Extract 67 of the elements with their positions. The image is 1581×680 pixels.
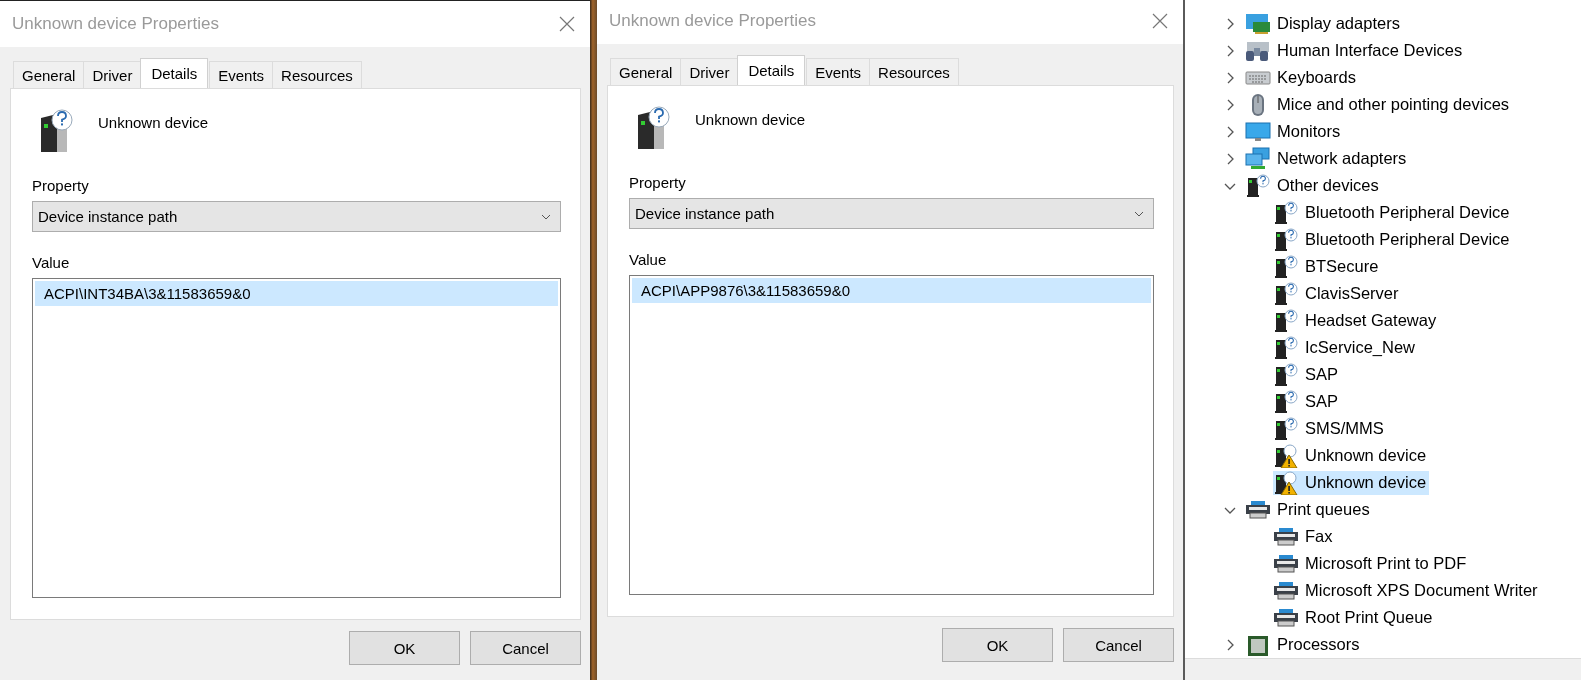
unknown-device-icon	[1273, 335, 1299, 360]
dialog-button[interactable]: OK	[942, 628, 1053, 662]
close-icon[interactable]	[1151, 12, 1169, 30]
close-icon[interactable]	[558, 15, 576, 33]
value-row[interactable]: ACPI\INT34BA\3&11583659&0	[35, 281, 558, 306]
value-row[interactable]: ACPI\APP9876\3&11583659&0	[632, 278, 1151, 303]
tree-item[interactable]: Unknown device	[1273, 470, 1430, 495]
property-dropdown[interactable]: Device instance path	[629, 198, 1154, 229]
tree-item[interactable]: Unknown device	[1273, 443, 1430, 468]
network-icon	[1245, 146, 1271, 171]
dialog-button[interactable]: Cancel	[470, 631, 581, 665]
tree-item[interactable]: Keyboards	[1245, 65, 1359, 90]
unknown-device-icon	[1273, 362, 1299, 387]
tab[interactable]: Details	[737, 55, 806, 85]
tree-item[interactable]: Monitors	[1245, 119, 1344, 144]
unknown-device-icon	[1273, 308, 1299, 333]
tree-item[interactable]: Display adapters	[1245, 11, 1403, 36]
caret-icon	[541, 213, 551, 220]
tree-item[interactable]: SMS/MMS	[1273, 416, 1387, 441]
tab[interactable]: Events	[806, 58, 871, 85]
value-label: Value	[629, 251, 667, 268]
tab[interactable]: Resources	[272, 61, 362, 88]
unknown-device-icon	[1273, 254, 1299, 279]
tab[interactable]: General	[610, 58, 682, 85]
tree-item[interactable]: Headset Gateway	[1273, 308, 1440, 333]
property-dropdown[interactable]: Device instance path	[32, 201, 561, 232]
tree-item[interactable]: SAP	[1273, 362, 1342, 387]
unknown-device-icon	[1245, 173, 1271, 198]
tab[interactable]: General	[13, 61, 85, 88]
device-name: Unknown device	[695, 110, 806, 128]
tree-item[interactable]: Other devices	[1245, 173, 1382, 198]
tree-item[interactable]: Fax	[1273, 524, 1336, 549]
tree-item[interactable]: Bluetooth Peripheral Device	[1273, 200, 1513, 225]
tree-item[interactable]: ClavisServer	[1273, 281, 1402, 306]
tree-item[interactable]: Mice and other pointing devices	[1245, 92, 1513, 117]
device-name: Unknown device	[98, 113, 209, 131]
unknown-device-icon	[1273, 281, 1299, 306]
tree-item[interactable]: Processors	[1245, 632, 1363, 657]
warning-device-icon	[1273, 443, 1299, 468]
unknown-device-icon	[1273, 227, 1299, 252]
tab[interactable]: Events	[209, 61, 274, 88]
unknown-device-icon	[1273, 389, 1299, 414]
tree-item[interactable]: Microsoft Print to PDF	[1273, 551, 1470, 576]
display-card-icon	[1245, 11, 1271, 36]
caret-icon	[1134, 210, 1144, 217]
dialog-button[interactable]: OK	[349, 631, 460, 665]
unknown-device-icon	[1273, 416, 1299, 441]
tree-item[interactable]: Root Print Queue	[1273, 605, 1436, 630]
tree-item[interactable]: BTSecure	[1273, 254, 1382, 279]
tree-item[interactable]: Human Interface Devices	[1245, 38, 1466, 63]
monitor-icon	[1245, 119, 1271, 144]
tree-item[interactable]: IcService_New	[1273, 335, 1419, 360]
window-title: Unknown device Properties	[609, 11, 816, 31]
value-label: Value	[32, 254, 70, 271]
tree-item[interactable]: Microsoft XPS Document Writer	[1273, 578, 1541, 603]
dialog-button[interactable]: Cancel	[1063, 628, 1174, 662]
warning-device-icon	[1273, 470, 1299, 495]
property-label: Property	[629, 174, 686, 191]
property-label: Property	[32, 177, 89, 194]
tree-item[interactable]: Network adapters	[1245, 146, 1410, 171]
tab[interactable]: Details	[140, 58, 209, 88]
tab[interactable]: Resources	[869, 58, 959, 85]
tree-item[interactable]: Print queues	[1245, 497, 1373, 522]
tree-item[interactable]: Bluetooth Peripheral Device	[1273, 227, 1513, 252]
unknown-device-icon	[1273, 200, 1299, 225]
tree-item[interactable]: SAP	[1273, 389, 1342, 414]
window-title: Unknown device Properties	[12, 14, 219, 34]
